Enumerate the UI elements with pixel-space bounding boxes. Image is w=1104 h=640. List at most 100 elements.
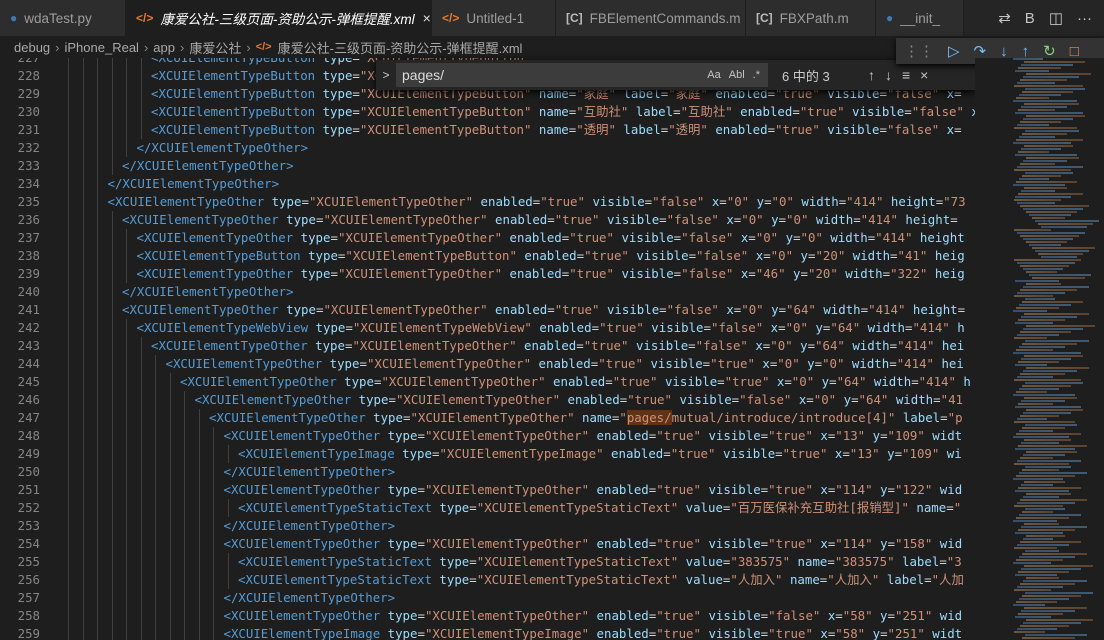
code-token: visible xyxy=(628,248,689,263)
next-match-icon[interactable]: ↓ xyxy=(885,67,892,83)
indent-guide xyxy=(140,463,142,481)
minimap-line xyxy=(1026,409,1083,411)
indent-guide xyxy=(140,67,142,85)
indent-guide xyxy=(126,391,127,409)
indent-guide xyxy=(140,121,142,139)
breadcrumb-item[interactable]: app xyxy=(153,40,175,55)
bold-icon[interactable]: B xyxy=(1025,10,1035,27)
minimap-line xyxy=(1024,439,1071,441)
indent-guide xyxy=(97,391,98,409)
code-token: = xyxy=(792,104,800,119)
indent-guide xyxy=(140,427,142,445)
close-icon[interactable]: × xyxy=(423,10,431,26)
indent-guide xyxy=(111,589,113,607)
tab-5[interactable]: [C] FBXPath.m xyxy=(746,0,876,36)
indent-guide xyxy=(184,553,185,571)
line-number: 243 xyxy=(17,338,40,353)
minimap-line xyxy=(1016,601,1057,603)
match-whole-word-icon[interactable]: Abl xyxy=(729,69,745,81)
indent-guide xyxy=(68,517,69,535)
more-icon[interactable]: ··· xyxy=(1077,10,1092,27)
tab-1[interactable]: ● wdaTest.py xyxy=(0,0,126,36)
indent-guide xyxy=(97,283,98,301)
breadcrumb-item[interactable]: 康爱公社-三级页面-资助公示-弹框提醒.xml xyxy=(278,38,523,57)
minimap-line xyxy=(1018,319,1065,321)
close-find-icon[interactable]: × xyxy=(920,67,928,83)
minimap-line xyxy=(1014,547,1057,549)
indent-guide xyxy=(97,373,98,391)
find-input[interactable] xyxy=(400,66,708,84)
line-number: 235 xyxy=(17,194,40,209)
indent-guide xyxy=(68,121,69,139)
code-token: "414" xyxy=(897,338,935,353)
find-in-selection-icon[interactable]: ≡ xyxy=(902,67,910,83)
code-token: "互助社" xyxy=(680,104,733,119)
indent-guide xyxy=(155,391,156,409)
indent-guide xyxy=(68,625,69,640)
use-regex-icon[interactable]: .* xyxy=(753,69,760,81)
code-token: " xyxy=(619,410,627,425)
step-over-icon[interactable]: ↷ xyxy=(974,44,987,59)
indent-guide xyxy=(97,571,98,589)
tab-6[interactable]: ● __init_ xyxy=(876,0,964,36)
indent-guide xyxy=(111,427,113,445)
indent-guide xyxy=(140,517,142,535)
code-editor[interactable]: 227<XCUIElementTypeButton type="XCUIElem… xyxy=(0,58,975,640)
code-line: 232 </XCUIElementTypeOther> xyxy=(0,139,975,157)
toggle-replace-icon[interactable]: > xyxy=(376,68,396,82)
code-text: </XCUIElementTypeOther> xyxy=(122,157,294,175)
code-token: y xyxy=(785,266,801,281)
indent-guide xyxy=(126,247,127,265)
code-token: = xyxy=(469,572,477,587)
stop-icon[interactable]: □ xyxy=(1070,44,1079,59)
indent-guide xyxy=(111,58,113,67)
code-token: "0" xyxy=(786,212,809,227)
drag-handle-icon[interactable]: ⋮⋮ xyxy=(904,44,934,59)
code-token: <XCUIElementTypeStaticText xyxy=(238,572,440,587)
breadcrumb-item[interactable]: debug xyxy=(14,40,50,55)
continue-icon[interactable]: ▷ xyxy=(948,44,960,59)
indent-guide xyxy=(169,391,171,409)
code-token: <XCUIElementTypeOther xyxy=(223,482,388,497)
python-icon: ● xyxy=(886,11,894,25)
minimap-line xyxy=(1022,511,1053,513)
indent-guide xyxy=(184,625,185,640)
split-editor-icon[interactable]: ◫ xyxy=(1049,9,1063,27)
line-number: 236 xyxy=(17,212,40,227)
step-into-icon[interactable]: ↓ xyxy=(1000,44,1008,59)
compare-icon[interactable]: ⇄ xyxy=(998,9,1011,27)
code-line: 235 <XCUIElementTypeOther type="XCUIEleme… xyxy=(0,193,975,211)
tab-4[interactable]: [C] FBElementCommands.m xyxy=(556,0,746,36)
minimap-line xyxy=(1023,268,1063,270)
minimap-line xyxy=(1026,73,1091,75)
indent-guide xyxy=(97,319,98,337)
breadcrumb-item[interactable]: iPhone_Real xyxy=(65,40,139,55)
code-token: = xyxy=(576,248,585,263)
tab-2[interactable]: </> 康爱公社-三级页面-资助公示-弹框提醒.xml × xyxy=(126,0,432,36)
code-token: enabled xyxy=(589,428,649,443)
code-token: <XCUIElementTypeOther xyxy=(223,608,388,623)
indent-guide xyxy=(111,211,113,229)
find-input-box: Aa Abl .* xyxy=(396,63,768,87)
code-token: "0" xyxy=(822,356,845,371)
indent-guide xyxy=(68,175,69,193)
tab-3[interactable]: </> Untitled-1 xyxy=(432,0,556,36)
code-text: <XCUIElementTypeWebView type="XCUIElemen… xyxy=(137,319,965,337)
code-token: x xyxy=(704,194,720,209)
code-line: 253 </XCUIElementTypeOther> xyxy=(0,517,975,535)
restart-icon[interactable]: ↻ xyxy=(1043,44,1056,59)
minimap[interactable] xyxy=(975,58,1104,640)
minimap-line xyxy=(1022,469,1059,471)
match-case-icon[interactable]: Aa xyxy=(707,69,720,81)
breadcrumb-item[interactable]: 康爱公社 xyxy=(189,38,241,57)
previous-match-icon[interactable]: ↑ xyxy=(868,67,875,83)
code-token: x xyxy=(812,428,828,443)
code-token: = xyxy=(547,302,555,317)
line-number: 247 xyxy=(17,410,40,425)
indent-guide xyxy=(198,625,200,640)
tab-label: __init_ xyxy=(900,10,941,26)
line-number: 246 xyxy=(17,392,40,407)
indent-guide xyxy=(140,625,142,640)
minimap-line xyxy=(1013,436,1069,438)
step-out-icon[interactable]: ↑ xyxy=(1022,44,1030,59)
